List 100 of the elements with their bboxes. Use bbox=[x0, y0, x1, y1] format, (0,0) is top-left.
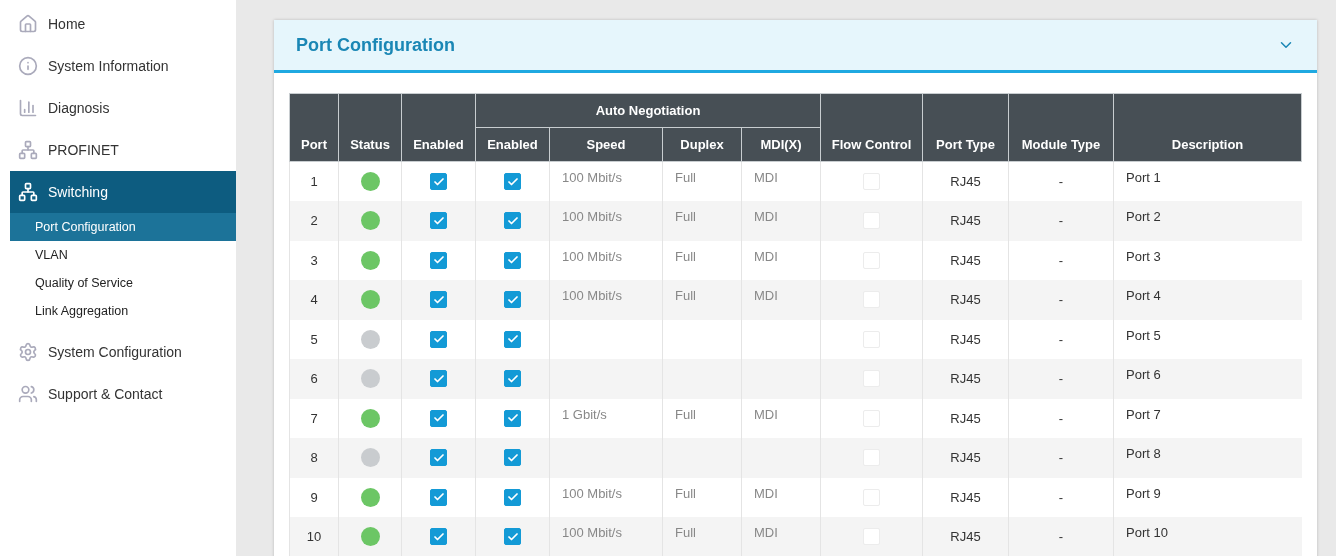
table-cell: Port 1 bbox=[1126, 170, 1161, 185]
table-cell: RJ45 bbox=[950, 529, 981, 545]
table-cell: MDI bbox=[754, 209, 778, 225]
check-icon bbox=[506, 372, 519, 385]
check-icon bbox=[506, 293, 519, 306]
table-cell: 100 Mbit/s bbox=[562, 485, 622, 501]
checkbox[interactable] bbox=[504, 370, 521, 388]
table-cell: - bbox=[1058, 489, 1064, 505]
check-icon bbox=[506, 451, 519, 464]
column-header: Port bbox=[289, 93, 339, 162]
table-cell: Port 3 bbox=[1126, 248, 1161, 264]
sidebar-item[interactable]: PROFINET bbox=[10, 129, 236, 171]
info-icon bbox=[18, 56, 38, 76]
table-cell: - bbox=[1058, 410, 1064, 426]
network-icon bbox=[18, 140, 38, 160]
table-cell: 2 bbox=[310, 213, 318, 229]
table-cell: - bbox=[1058, 252, 1064, 268]
check-icon bbox=[432, 530, 445, 543]
check-icon bbox=[432, 372, 445, 385]
sidebar-item[interactable]: Switching bbox=[10, 171, 236, 213]
column-header: Enabled bbox=[475, 127, 550, 162]
table-cell: - bbox=[1058, 450, 1064, 466]
checkbox[interactable] bbox=[430, 370, 447, 388]
checkbox[interactable] bbox=[504, 528, 521, 546]
table-cell: 100 Mbit/s bbox=[562, 525, 622, 541]
table-cell: RJ45 bbox=[950, 371, 981, 387]
table-cell: RJ45 bbox=[950, 252, 981, 268]
sidebar-item[interactable]: Home bbox=[10, 3, 236, 45]
checkbox[interactable] bbox=[504, 409, 521, 427]
sidebar-subitem[interactable]: VLAN bbox=[10, 241, 236, 269]
sidebar-subitem[interactable]: Port Configuration bbox=[10, 213, 236, 241]
check-icon bbox=[432, 293, 445, 306]
table-cell: Port 7 bbox=[1126, 406, 1161, 422]
sidebar-subitem[interactable]: Link Aggregation bbox=[10, 297, 236, 325]
column-header: Enabled bbox=[401, 93, 476, 162]
sidebar-item[interactable]: Diagnosis bbox=[10, 87, 236, 129]
table-cell: Full bbox=[675, 485, 696, 501]
table-cell: Port 5 bbox=[1126, 327, 1161, 343]
table-cell: 100 Mbit/s bbox=[562, 288, 622, 304]
panel-header[interactable]: Port Configuration bbox=[274, 20, 1318, 73]
table-cell: MDI bbox=[754, 406, 778, 422]
sidebar-item-label: Diagnosis bbox=[48, 100, 110, 116]
table-cell: RJ45 bbox=[950, 489, 981, 505]
table-cell: Full bbox=[675, 288, 696, 304]
checkbox[interactable] bbox=[430, 330, 447, 348]
column-header: Speed bbox=[549, 127, 663, 162]
check-icon bbox=[432, 451, 445, 464]
table-cell: 4 bbox=[310, 292, 318, 308]
checkbox[interactable] bbox=[430, 291, 447, 309]
table-cell: Port 9 bbox=[1126, 485, 1161, 501]
checkbox[interactable] bbox=[504, 251, 521, 269]
checkbox[interactable] bbox=[504, 488, 521, 506]
checkbox[interactable] bbox=[430, 251, 447, 269]
table-cell: Full bbox=[675, 209, 696, 225]
table-cell: Port 2 bbox=[1126, 209, 1161, 225]
checkbox[interactable] bbox=[430, 173, 447, 191]
table-cell: Port 4 bbox=[1126, 288, 1161, 304]
table-cell: RJ45 bbox=[950, 292, 981, 308]
column-header: Status bbox=[338, 93, 402, 162]
sidebar-item-label: System Configuration bbox=[48, 344, 182, 360]
table-cell: 8 bbox=[310, 450, 318, 466]
table-cell: 100 Mbit/s bbox=[562, 170, 622, 185]
checkbox[interactable] bbox=[430, 449, 447, 467]
sidebar-item[interactable]: Support & Contact bbox=[10, 373, 236, 415]
network-icon bbox=[18, 182, 38, 202]
table-cell: 100 Mbit/s bbox=[562, 248, 622, 264]
column-header: Description bbox=[1113, 93, 1302, 162]
column-header: Port Type bbox=[922, 93, 1009, 162]
column-header: Module Type bbox=[1008, 93, 1114, 162]
column-header: Duplex bbox=[662, 127, 742, 162]
table-cell: - bbox=[1058, 174, 1064, 189]
column-header: Flow Control bbox=[820, 93, 923, 162]
sidebar-item-label: System Information bbox=[48, 58, 169, 74]
table-cell: Port 6 bbox=[1126, 367, 1161, 383]
checkbox[interactable] bbox=[504, 212, 521, 230]
checkbox[interactable] bbox=[430, 488, 447, 506]
table-cell: MDI bbox=[754, 170, 778, 185]
table-cell: RJ45 bbox=[950, 213, 981, 229]
checkbox[interactable] bbox=[504, 330, 521, 348]
check-icon bbox=[506, 214, 519, 227]
sidebar-item[interactable]: System Configuration bbox=[10, 331, 236, 373]
checkbox[interactable] bbox=[430, 528, 447, 546]
gear-icon bbox=[18, 342, 38, 362]
check-icon bbox=[432, 214, 445, 227]
checkbox[interactable] bbox=[504, 449, 521, 467]
table-cell: Full bbox=[675, 170, 696, 185]
table-cell: 6 bbox=[310, 371, 318, 387]
checkbox[interactable] bbox=[504, 291, 521, 309]
sidebar-item[interactable]: System Information bbox=[10, 45, 236, 87]
checkbox[interactable] bbox=[430, 212, 447, 230]
check-icon bbox=[506, 175, 519, 188]
bar-chart-icon bbox=[18, 98, 38, 118]
sidebar-subitem[interactable]: Quality of Service bbox=[10, 269, 236, 297]
table-cell: Full bbox=[675, 248, 696, 264]
table-cell: 10 bbox=[306, 529, 322, 545]
table-cell: - bbox=[1058, 331, 1064, 347]
checkbox[interactable] bbox=[430, 409, 447, 427]
checkbox[interactable] bbox=[504, 173, 521, 191]
table-cell: Port 10 bbox=[1126, 525, 1168, 541]
column-group-header: Auto Negotiation bbox=[475, 93, 821, 128]
